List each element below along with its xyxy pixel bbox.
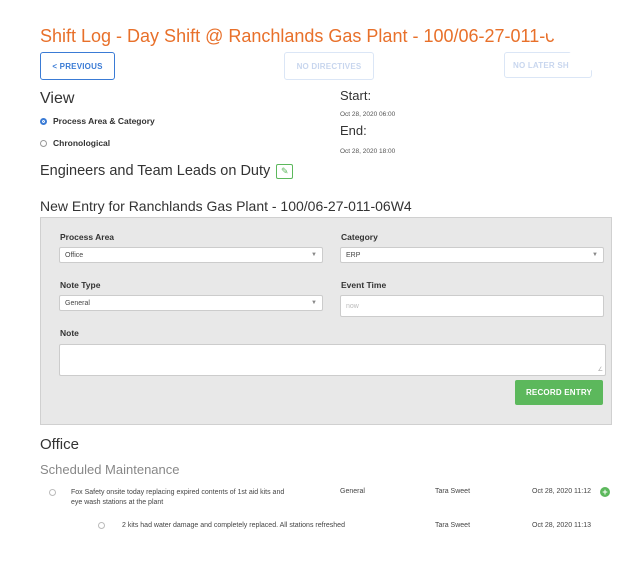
note-textarea[interactable]: ∠ [59, 344, 606, 376]
end-time: Oct 28, 2020 18:00 [340, 148, 396, 155]
view-option-label: Process Area & Category [53, 116, 155, 126]
note-type-select[interactable]: General ▼ [59, 295, 323, 311]
log-entry-time: Oct 28, 2020 11:12 [532, 488, 592, 495]
engineers-heading: Engineers and Team Leads on Duty ✎ [40, 163, 294, 179]
log-reply-text: 2 kits had water damage and completely r… [122, 522, 345, 529]
log-entry-text: Fox Safety onsite today replacing expire… [71, 488, 336, 508]
end-label: End: [340, 123, 367, 138]
log-entry-author: Tara Sweet [435, 522, 471, 529]
log-entry-author: Tara Sweet [435, 488, 471, 495]
log-entry-line: eye wash stations at the plant [71, 499, 164, 506]
note-label: Note [60, 328, 79, 338]
event-time-label: Event Time [341, 280, 387, 290]
no-directives-button[interactable]: NO DIRECTIVES [284, 52, 374, 80]
category-heading: Scheduled Maintenance [40, 462, 180, 477]
entry-select-radio[interactable] [49, 489, 56, 496]
record-entry-button[interactable]: RECORD ENTRY [515, 380, 603, 405]
category-label: Category [341, 232, 378, 242]
radio-unselected-icon[interactable] [40, 139, 47, 147]
view-option-chronological[interactable]: Chronological [40, 138, 110, 148]
process-area-label: Process Area [60, 232, 115, 242]
page-title: Shift Log - Day Shift @ Ranchlands Gas P… [40, 26, 593, 46]
no-later-shift-button[interactable]: NO LATER SH [504, 52, 592, 78]
log-entry-line: Fox Safety onsite today replacing expire… [71, 489, 285, 496]
log-entry-type: General [340, 488, 365, 495]
chevron-down-icon: ▼ [311, 252, 317, 258]
add-reply-icon[interactable]: + [600, 487, 610, 497]
previous-button[interactable]: < PREVIOUS [40, 52, 115, 80]
process-area-value: Office [65, 251, 84, 259]
note-type-label: Note Type [60, 280, 101, 290]
radio-selected-icon[interactable] [40, 117, 47, 125]
category-value: ERP [346, 251, 361, 259]
new-entry-heading: New Entry for Ranchlands Gas Plant - 100… [40, 198, 412, 214]
view-option-label: Chronological [53, 138, 111, 148]
category-select[interactable]: ERP ▼ [340, 247, 604, 263]
chevron-down-icon: ▼ [311, 300, 317, 306]
resize-grip-icon[interactable]: ∠ [598, 366, 603, 373]
view-heading: View [40, 90, 75, 107]
entry-select-radio[interactable] [98, 522, 105, 529]
view-option-process-area[interactable]: Process Area & Category [40, 116, 155, 126]
event-time-input[interactable]: now [340, 295, 604, 317]
start-time: Oct 28, 2020 06:00 [340, 111, 396, 118]
note-type-value: General [65, 299, 90, 307]
area-heading: Office [40, 436, 79, 453]
log-entry-time: Oct 28, 2020 11:13 [532, 522, 592, 529]
start-label: Start: [340, 88, 372, 103]
shift-log-page: Shift Log - Day Shift @ Ranchlands Gas P… [16, 8, 626, 576]
pencil-icon[interactable]: ✎ [276, 163, 294, 179]
chevron-down-icon: ▼ [592, 252, 598, 258]
process-area-select[interactable]: Office ▼ [59, 247, 323, 263]
engineers-heading-text: Engineers and Team Leads on Duty [40, 163, 271, 179]
new-entry-form: Process Area Office ▼ Category ERP ▼ Not… [40, 217, 612, 425]
